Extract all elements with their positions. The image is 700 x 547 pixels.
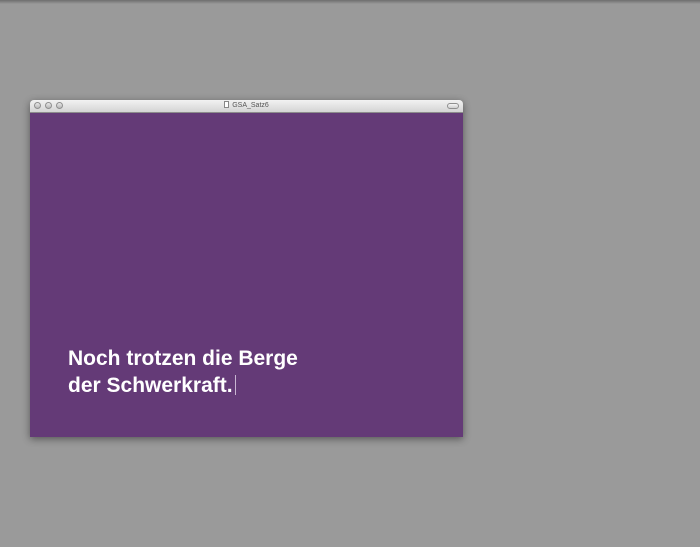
text-cursor xyxy=(234,375,236,395)
slide-text[interactable]: Noch trotzen die Berge der Schwerkraft. xyxy=(68,345,298,399)
toolbar-toggle-icon[interactable] xyxy=(447,103,459,109)
slide-text-line-2: der Schwerkraft. xyxy=(68,372,298,399)
slide-canvas[interactable]: Noch trotzen die Berge der Schwerkraft. xyxy=(30,113,463,437)
desktop: GSA_Satz6 Noch trotzen die Berge der Sch… xyxy=(0,0,700,547)
window-title: GSA_Satz6 xyxy=(232,102,269,109)
slide-text-line-1: Noch trotzen die Berge xyxy=(68,347,298,370)
document-icon xyxy=(224,101,230,108)
menu-shadow xyxy=(0,0,700,4)
window-title-container: GSA_Satz6 xyxy=(30,100,463,112)
window-titlebar[interactable]: GSA_Satz6 xyxy=(30,100,463,113)
document-window: GSA_Satz6 Noch trotzen die Berge der Sch… xyxy=(30,100,463,437)
slide-text-line-2-text: der Schwerkraft. xyxy=(68,374,233,397)
